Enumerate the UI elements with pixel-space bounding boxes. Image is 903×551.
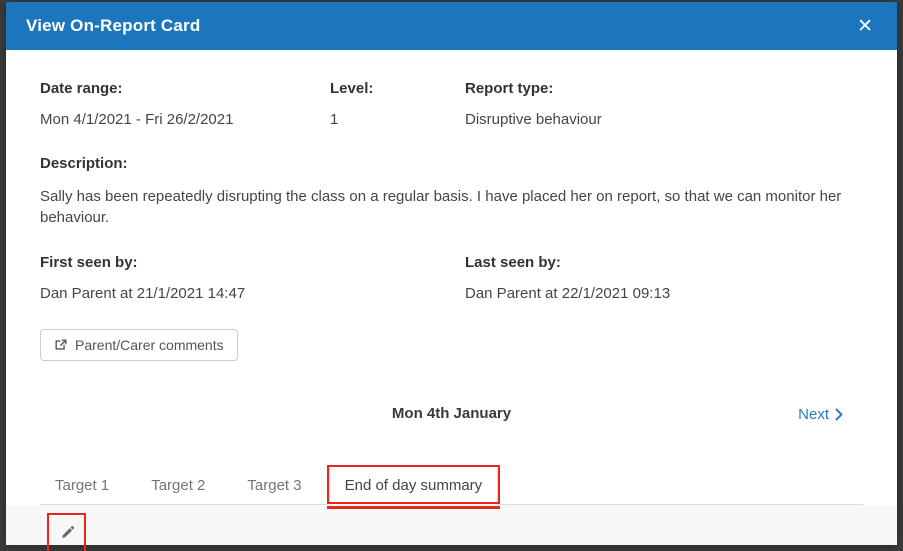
report-type-label: Report type: bbox=[465, 80, 554, 97]
edit-pencil-button[interactable] bbox=[54, 519, 80, 545]
first-seen-label: First seen by: bbox=[40, 253, 138, 271]
level-label: Level: bbox=[330, 80, 374, 97]
modal-body: Date range: Mon 4/1/2021 - Fri 26/2/2021… bbox=[6, 50, 897, 551]
seen-fields: First seen by: Dan Parent at 21/1/2021 1… bbox=[40, 254, 863, 302]
tab-bar: Target 1 Target 2 Target 3 End of day su… bbox=[40, 465, 863, 509]
close-icon: ✕ bbox=[857, 15, 873, 37]
last-seen-label: Last seen by: bbox=[465, 253, 561, 271]
close-button[interactable]: ✕ bbox=[855, 13, 875, 40]
tab-target-3[interactable]: Target 3 bbox=[232, 467, 316, 504]
last-seen-value: Dan Parent at 22/1/2021 09:13 bbox=[465, 284, 671, 302]
report-type-field: Report type: Disruptive behaviour bbox=[465, 80, 863, 128]
end-of-day-summary-panel bbox=[6, 505, 897, 551]
date-range-label: Date range: bbox=[40, 80, 123, 97]
report-type-value: Disruptive behaviour bbox=[465, 111, 602, 128]
parent-carer-comments-button[interactable]: Parent/Carer comments bbox=[40, 328, 238, 361]
chevron-right-icon bbox=[835, 408, 843, 421]
next-day-link[interactable]: Next bbox=[798, 406, 843, 423]
date-range-value: Mon 4/1/2021 - Fri 26/2/2021 bbox=[40, 111, 234, 128]
edit-button-wrapper bbox=[47, 513, 86, 551]
pencil-icon bbox=[60, 525, 75, 540]
tab-target-2[interactable]: Target 2 bbox=[136, 467, 220, 504]
meta-fields: Date range: Mon 4/1/2021 - Fri 26/2/2021… bbox=[40, 80, 863, 128]
current-day-label: Mon 4th January bbox=[391, 404, 512, 422]
view-on-report-card-modal: View On-Report Card ✕ Date range: Mon 4/… bbox=[6, 2, 897, 551]
level-value: 1 bbox=[330, 111, 339, 128]
last-seen-field: Last seen by: Dan Parent at 22/1/2021 09… bbox=[465, 254, 863, 302]
modal-header: View On-Report Card ✕ bbox=[6, 2, 897, 50]
day-navigation: Mon 4th January Next bbox=[40, 405, 863, 424]
date-range-field: Date range: Mon 4/1/2021 - Fri 26/2/2021 bbox=[40, 80, 330, 128]
tab-end-of-day-summary-label: End of day summary bbox=[344, 477, 483, 494]
description-field: Description: Sally has been repeatedly d… bbox=[40, 155, 863, 229]
tab-end-of-day-summary[interactable]: End of day summary bbox=[326, 465, 501, 509]
tab-target-1[interactable]: Target 1 bbox=[40, 467, 124, 504]
level-field: Level: 1 bbox=[330, 80, 465, 128]
modal-title: View On-Report Card bbox=[26, 16, 201, 35]
first-seen-field: First seen by: Dan Parent at 21/1/2021 1… bbox=[40, 254, 465, 302]
modal-backdrop: View On-Report Card ✕ Date range: Mon 4/… bbox=[0, 0, 903, 551]
first-seen-value: Dan Parent at 21/1/2021 14:47 bbox=[40, 284, 246, 302]
external-link-icon bbox=[54, 338, 68, 352]
description-value: Sally has been repeatedly disrupting the… bbox=[40, 188, 842, 227]
next-label: Next bbox=[798, 405, 829, 423]
parent-carer-comments-label: Parent/Carer comments bbox=[75, 336, 224, 353]
description-label: Description: bbox=[40, 155, 128, 172]
